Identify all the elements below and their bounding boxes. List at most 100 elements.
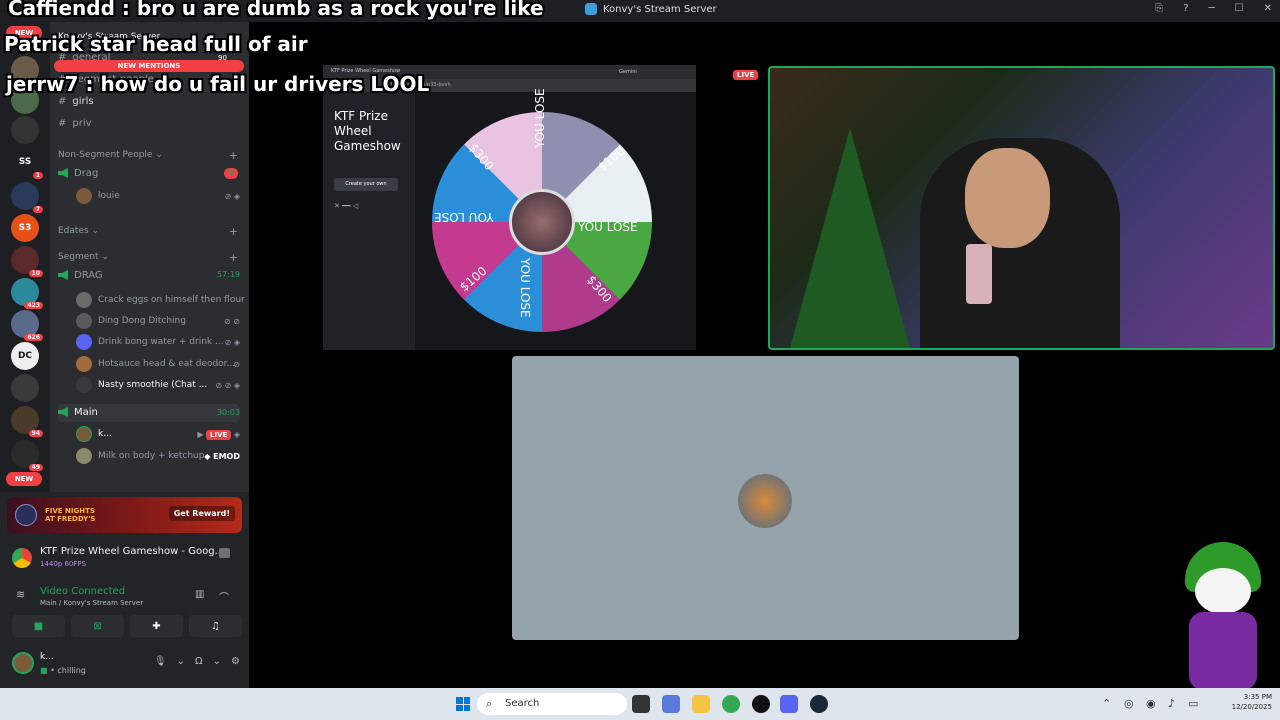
disconnect-icon[interactable]: ⌒ xyxy=(219,589,229,604)
avatar xyxy=(76,448,92,464)
joker-sticker xyxy=(1175,540,1271,690)
clock[interactable]: 3:35 PM 12/20/2025 xyxy=(1232,692,1272,712)
server-avatar[interactable]: 423 xyxy=(11,278,43,309)
live-badge: LIVE xyxy=(733,70,759,80)
noise-suppression-icon[interactable]: ▥ xyxy=(195,589,204,600)
add-channel-icon[interactable]: + xyxy=(229,149,238,162)
channel-priv[interactable]: # priv xyxy=(58,118,92,129)
window-title-text: Konvy's Stream Server xyxy=(603,3,717,15)
stream-quality: 1440p 60FPS xyxy=(40,560,87,568)
windows-start-icon[interactable] xyxy=(456,697,470,711)
window-title: Konvy's Stream Server xyxy=(585,3,717,15)
copilot-icon[interactable] xyxy=(662,695,680,713)
inbox-icon[interactable]: ⎘ xyxy=(1155,3,1163,14)
taskbar-search[interactable]: Search xyxy=(477,693,627,715)
server-avatar[interactable]: S3 xyxy=(11,214,39,242)
chrome-icon[interactable] xyxy=(722,695,740,713)
chevron-up-icon[interactable]: ⌃ xyxy=(1102,697,1111,710)
server-avatar[interactable]: 49 xyxy=(11,440,43,471)
chat-message: Caffiendd : bro u are dumb as a rock you… xyxy=(8,0,544,20)
muted-icon: ⊘ ⊘ ◈ xyxy=(215,380,240,390)
camera-icon: ▶ xyxy=(197,429,204,439)
soundboard-button[interactable]: ♫ xyxy=(189,615,242,637)
taskview-icon[interactable] xyxy=(632,695,650,713)
christmas-tree xyxy=(790,128,910,348)
muted-icon: ⊘ xyxy=(233,359,240,369)
participant-tile[interactable] xyxy=(512,356,1019,640)
help-icon[interactable]: ? xyxy=(1183,3,1188,14)
screenshare-button[interactable]: ⊠ xyxy=(71,615,124,637)
voice-user[interactable]: Nasty smoothie (Chat ... ⊘ ⊘ ◈ xyxy=(76,377,240,393)
server-avatar[interactable]: DC xyxy=(11,342,39,370)
wheel-segment: YOU LOSE xyxy=(518,258,532,318)
server-avatar[interactable]: 7 xyxy=(11,182,43,213)
steam-icon[interactable] xyxy=(810,695,828,713)
chevron-down-icon[interactable]: ⌄ xyxy=(177,656,185,667)
current-user: k... ■ • chilling 🎙 ⌄ Ω ⌄ ⚙ xyxy=(10,650,242,678)
avatar xyxy=(76,356,92,372)
server-avatar[interactable]: SS 1 xyxy=(11,148,43,179)
chevron-down-icon[interactable]: ⌄ xyxy=(213,656,221,667)
add-channel-icon[interactable]: + xyxy=(229,251,238,264)
minimize-button[interactable]: ─ xyxy=(1209,3,1215,14)
camera-button[interactable]: ■ xyxy=(12,615,65,637)
promo-banner[interactable]: FIVE NIGHTS AT FREDDY'S Get Reward! xyxy=(7,497,242,533)
voice-user-streaming[interactable]: k... ▶ LIVE ◈ xyxy=(76,426,240,442)
maximize-button[interactable]: ☐ xyxy=(1235,3,1244,14)
voice-status: Video Connected xyxy=(40,586,126,597)
voice-channel-drag[interactable]: Drag 2 xyxy=(58,168,240,179)
network-icon[interactable]: ▭ xyxy=(1188,697,1198,710)
streamer-head xyxy=(965,148,1050,248)
category-segment[interactable]: Segment ⌄ + xyxy=(58,251,238,264)
discord-icon[interactable] xyxy=(780,695,798,713)
category-non-segment[interactable]: Non-Segment People ⌄ + xyxy=(58,149,238,162)
new-mentions-bar[interactable]: NEW MENTIONS xyxy=(54,60,244,72)
voice-user[interactable]: Crack eggs on himself then flour xyxy=(76,292,245,308)
taskbar: Search ⌕ ⌃ ◎ ◉ ♪ ▭ 3:35 PM 12/20/2025 xyxy=(0,688,1280,720)
stream-title: KTF Prize Wheel Gameshow - Goog... xyxy=(40,546,225,557)
chat-message: Patrick star head full of air xyxy=(4,32,308,56)
microphone-icon[interactable]: ♪ xyxy=(1168,697,1175,710)
voice-action-bar: ■ ⊠ ✚ ♫ xyxy=(12,615,242,637)
voice-user[interactable]: Milk on body + ketchup ◆ EMOD xyxy=(76,448,240,464)
server-avatar[interactable]: 10 xyxy=(11,246,43,277)
category-edates[interactable]: Edates ⌄ + xyxy=(58,225,238,238)
voice-user[interactable]: Hotsauce head & eat deodor... ⊘ xyxy=(76,356,240,372)
headphones-icon[interactable]: Ω xyxy=(195,656,203,667)
voice-channel-main[interactable]: Main 30:03 xyxy=(58,404,240,422)
volume-icon[interactable]: ✕ ━━ ◁ xyxy=(334,202,358,210)
server-avatar[interactable] xyxy=(11,116,39,144)
server-avatar[interactable]: 94 xyxy=(11,406,43,437)
server-avatar[interactable]: 626 xyxy=(11,310,43,341)
voice-user[interactable]: louie ⊘ ◈ xyxy=(76,188,240,204)
gear-icon[interactable]: ⚙ xyxy=(231,656,240,667)
voice-user[interactable]: Drink bong water + drink ... ⊘ ◈ xyxy=(76,334,240,350)
stop-stream-icon[interactable] xyxy=(219,548,230,558)
explorer-icon[interactable] xyxy=(692,695,710,713)
webcam-tile[interactable] xyxy=(768,66,1275,350)
server-avatar[interactable] xyxy=(11,374,39,402)
avatar xyxy=(76,188,92,204)
close-button[interactable]: ✕ xyxy=(1264,3,1272,14)
channel-girls[interactable]: # girls xyxy=(58,96,94,107)
tray-app-icon[interactable]: ◎ xyxy=(1124,697,1134,710)
wheel-segment: YOU LOSE xyxy=(434,210,494,224)
new-pill-bottom[interactable]: NEW xyxy=(6,472,42,486)
add-channel-icon[interactable]: + xyxy=(229,225,238,238)
create-own-button[interactable]: Create your own xyxy=(334,178,398,191)
speaker-icon xyxy=(58,270,68,280)
avatar[interactable] xyxy=(12,652,34,674)
activities-button[interactable]: ✚ xyxy=(130,615,183,637)
search-icon: ⌕ xyxy=(486,697,493,710)
server-icon xyxy=(585,3,597,15)
get-reward-button[interactable]: Get Reward! xyxy=(168,506,235,521)
voice-channel-path[interactable]: Main / Konvy's Stream Server xyxy=(40,599,143,607)
tray-app-icon[interactable]: ◉ xyxy=(1146,697,1156,710)
signal-icon: ≋ xyxy=(16,588,26,601)
chat-message: jerrw7 : how do u fail ur drivers LOOL xyxy=(6,72,430,96)
microphone-icon[interactable]: 🎙 xyxy=(154,656,167,667)
voice-channel-drag-segment[interactable]: DRAG 57:19 xyxy=(58,270,240,281)
drink-can xyxy=(966,244,992,304)
voice-user[interactable]: Ding Dong Ditching ⊘ ⊘ xyxy=(76,313,240,329)
obs-icon[interactable] xyxy=(752,695,770,713)
